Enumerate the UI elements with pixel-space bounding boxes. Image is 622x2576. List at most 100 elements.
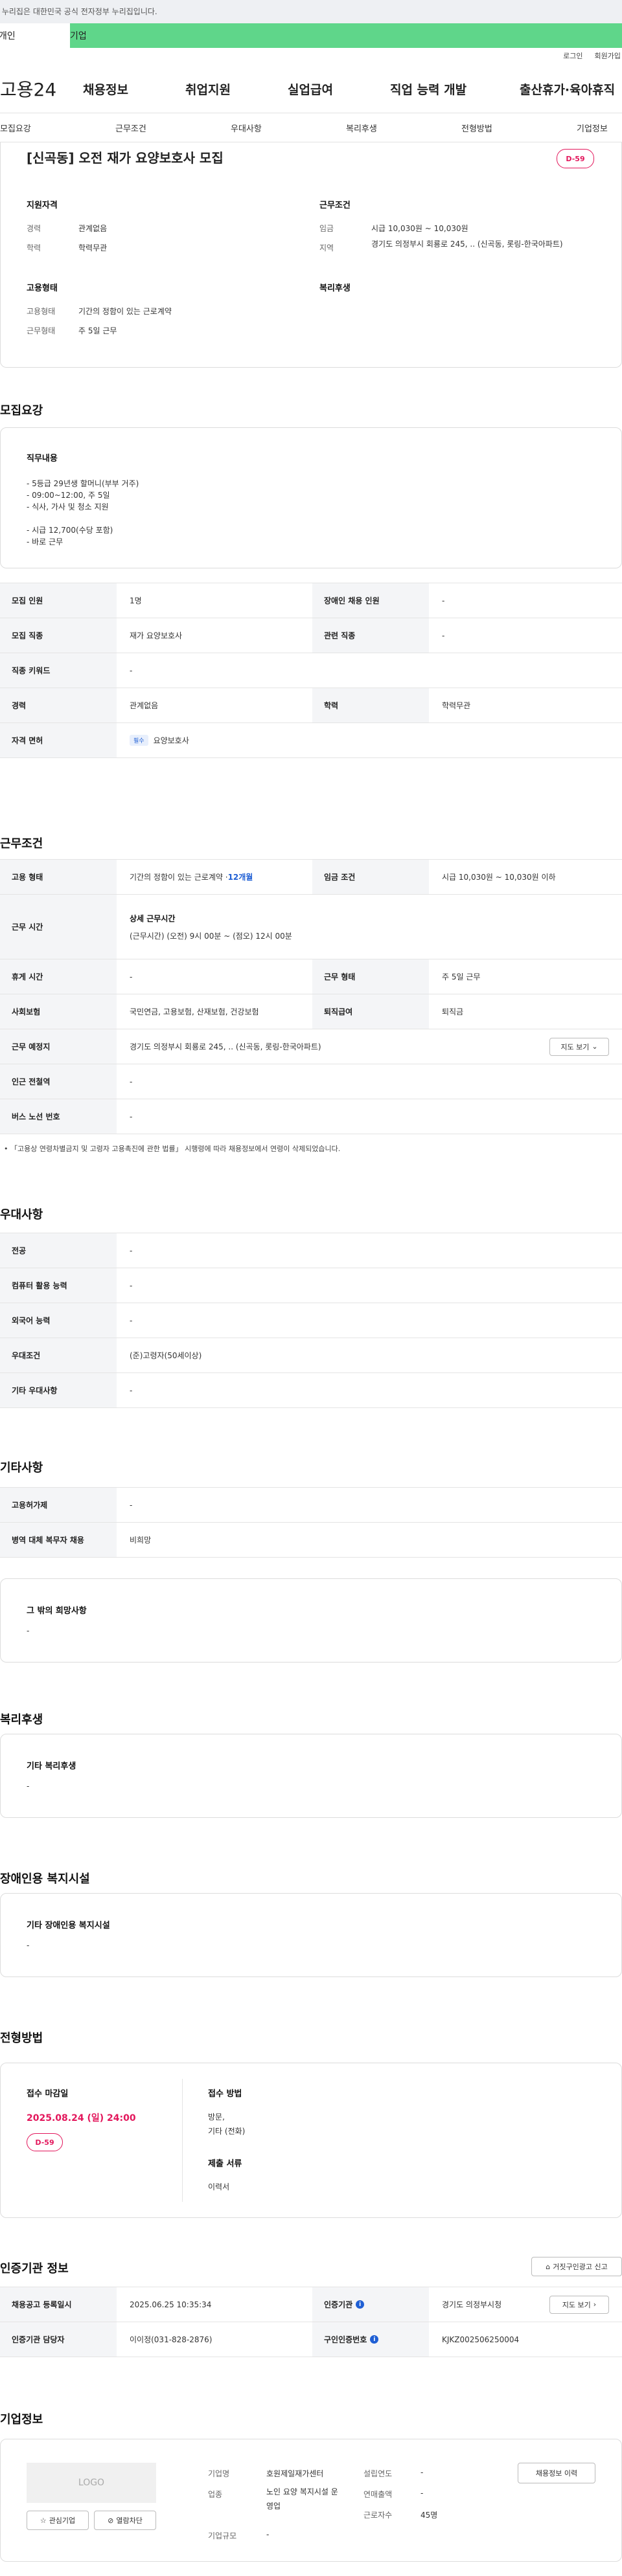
- work-form-value: 주 5일 근무: [78, 326, 117, 335]
- table-row: 기타 우대사항 -: [0, 1372, 622, 1407]
- site-logo[interactable]: 고용24: [0, 76, 83, 102]
- method-value: 방문,: [208, 2112, 225, 2122]
- info-icon[interactable]: i: [370, 2335, 379, 2344]
- job-history-label: 채용정보 이력: [535, 2469, 578, 2478]
- row-label: 병역 대체 복무자 채용: [0, 1523, 117, 1557]
- time-value: (근무시간) (오전) 9시 00분 ~ (점오) 12시 00분: [130, 931, 292, 941]
- report-button-label: 거짓구인광고 신고: [553, 2263, 608, 2271]
- report-button[interactable]: ⌂ 거짓구인광고 신고: [531, 2257, 622, 2276]
- founded-label: 설립연도: [363, 2469, 393, 2478]
- gnb-item-training[interactable]: 직업 능력 개발: [390, 80, 520, 98]
- row-label: 모집 직종: [0, 618, 117, 653]
- table-row: 휴게 시간 - 근무 형태 주 5일 근무: [0, 959, 622, 994]
- table-row: 근무 시간 상세 근무시간 (근무시간) (오전) 9시 00분 ~ (점오) …: [0, 894, 622, 959]
- home-icon: ⌂: [546, 2262, 551, 2271]
- gnb-item-jobs[interactable]: 채용정보: [83, 80, 185, 98]
- row-value: 경기도 의정부시청 지도 보기 ›: [429, 2287, 622, 2322]
- gnb-item-benefit[interactable]: 실업급여: [288, 80, 390, 98]
- cert-org-label: 인증기관: [324, 2300, 353, 2309]
- sales-value: -: [420, 2489, 424, 2498]
- cert-table: 채용공고 등록일시 2025.06.25 10:35:34 인증기관 i 경기도 …: [0, 2287, 622, 2357]
- selection-section-title: 전형방법: [0, 2032, 43, 2045]
- map-button[interactable]: 지도 보기 ⌄: [549, 1037, 609, 1056]
- favorite-company-button[interactable]: ☆ 관심기업: [27, 2511, 89, 2530]
- map-button-label: 지도 보기: [560, 1042, 590, 1051]
- recruit-table: 모집 인원 1명 장애인 채용 인원 - 모집 직종 재가 요양보호사 관련 직…: [0, 583, 622, 758]
- lnb-item-recruit[interactable]: 모집요강: [0, 122, 115, 134]
- row-value: -: [130, 1112, 133, 1121]
- row-value: 비희망: [130, 1536, 152, 1545]
- lnb-item-conditions[interactable]: 근무조건: [115, 122, 231, 134]
- selection-card: 접수 마감일 2025.08.24 (일) 24:00 D-59 접수 방법 방…: [0, 2063, 622, 2218]
- util-links: 로그인 회원가입: [0, 50, 622, 65]
- table-row: 경력 관계없음 학력 학력무관: [0, 688, 622, 722]
- gnb-item-support[interactable]: 취업지원: [185, 80, 288, 98]
- row-value: 2025.06.25 10:35:34: [130, 2300, 212, 2309]
- gnb-item-leave[interactable]: 출산휴가·육아휴직: [520, 80, 615, 98]
- table-row: 직종 키워드 -: [0, 653, 622, 688]
- emp-type-label: 고용형태: [27, 307, 56, 316]
- company-logo-text: LOGO: [78, 2478, 105, 2488]
- row-value: 재가 요양보호사: [130, 631, 183, 640]
- tab-personal[interactable]: 개인: [0, 23, 70, 48]
- tab-company[interactable]: 기업: [70, 23, 238, 48]
- login-link[interactable]: 로그인: [563, 50, 582, 65]
- row-label: 인증기관 담당자: [0, 2322, 117, 2357]
- table-row: 사회보험 국민연금, 고용보험, 산재보험, 건강보험 퇴직급여 퇴직금: [0, 994, 622, 1029]
- lnb-item-prefer[interactable]: 우대사항: [231, 122, 346, 134]
- employees-value: 45명: [420, 2511, 438, 2520]
- row-value: 시급 10,030원 ~ 10,030원 이하: [442, 873, 556, 882]
- duty-line: [27, 513, 595, 524]
- location-value: 경기도 의정부시 회룡로 245, .. (신곡동, 롯링-한국아파트): [371, 240, 563, 249]
- table-row: 근무 예정지 경기도 의정부시 회룡로 245, .. (신곡동, 롯링-한국아…: [0, 1029, 622, 1064]
- lnb-item-selection[interactable]: 전형방법: [461, 122, 577, 134]
- row-label: 모집 인원: [0, 583, 117, 618]
- wage-value: 시급 10,030원 ~ 10,030원: [371, 224, 468, 233]
- time-heading: 상세 근무시간: [130, 913, 176, 923]
- edu-label: 학력: [27, 243, 41, 252]
- table-row: 버스 노선 번호 -: [0, 1099, 622, 1134]
- disabled-card-value: -: [27, 1941, 30, 1950]
- docs-heading: 제출 서류: [208, 2159, 242, 2169]
- row-value: 관계없음: [130, 701, 159, 710]
- company-card: LOGO ☆ 관심기업 ⊘ 열람차단 기업명 호원제일재가센터 업종 노인 요양 복…: [0, 2439, 622, 2562]
- row-label: 근무 형태: [312, 959, 429, 994]
- method-value: 기타 (전화): [208, 2127, 246, 2136]
- star-icon: ☆: [40, 2516, 47, 2525]
- row-value: -: [130, 666, 133, 675]
- duty-line: - 09:00~12:00, 주 5일: [27, 491, 110, 500]
- join-link[interactable]: 회원가입: [595, 50, 621, 65]
- table-row: 고용허가제 -: [0, 1487, 622, 1522]
- row-value: -: [130, 1281, 133, 1290]
- emp-type-value: 기간의 정함이 있는 근로계약: [78, 307, 172, 316]
- row-value: 경기도 의정부시 회룡로 245, .. (신곡동, 롯링-한국아파트) 지도 …: [117, 1029, 622, 1064]
- docs-value: 이력서: [208, 2182, 230, 2191]
- deadline-dday-badge: D-59: [27, 2133, 63, 2151]
- duty-line: - 식사, 가사 및 청소 지원: [27, 502, 109, 511]
- row-label: 퇴직급여: [312, 994, 429, 1029]
- etc-section-title: 기타사항: [0, 1461, 43, 1475]
- company-size-value: -: [266, 2530, 270, 2539]
- block-label: 열람차단: [116, 2516, 143, 2525]
- table-row: 자격 면허 필수 요양보호사: [0, 722, 622, 757]
- hope-value: -: [27, 1626, 30, 1635]
- block-view-button[interactable]: ⊘ 열람차단: [94, 2511, 156, 2530]
- global-nav: 고용24 채용정보 취업지원 실업급여 직업 능력 개발 출산휴가·육아휴직: [0, 65, 622, 113]
- lnb-item-company[interactable]: 기업정보: [577, 122, 608, 134]
- wage-label: 임금: [319, 224, 334, 233]
- row-value: -: [130, 972, 133, 981]
- duty-line: - 바로 근무: [27, 537, 63, 546]
- table-row: 전공 -: [0, 1233, 622, 1268]
- etc-table: 고용허가제 - 병역 대체 복무자 채용 비희망: [0, 1487, 622, 1558]
- row-label: 인근 전철역: [0, 1064, 117, 1099]
- lnb-item-welfare[interactable]: 복리후생: [346, 122, 461, 134]
- prefer-table: 전공 - 컴퓨터 활용 능력 - 외국어 능력 - 우대조건 (준)고령자(50세이상)…: [0, 1233, 622, 1408]
- job-history-button[interactable]: 채용정보 이력: [518, 2463, 595, 2483]
- table-row: 외국어 능력 -: [0, 1303, 622, 1338]
- place-value: 경기도 의정부시 회룡로 245, .. (신곡동, 롯링-한국아파트): [130, 1042, 321, 1051]
- info-icon[interactable]: i: [356, 2300, 365, 2309]
- cert-map-button[interactable]: 지도 보기 ›: [549, 2295, 609, 2314]
- row-label: 직종 키워드: [0, 653, 117, 688]
- company-name-value: 호원제일재가센터: [266, 2469, 324, 2478]
- founded-value: -: [420, 2468, 424, 2477]
